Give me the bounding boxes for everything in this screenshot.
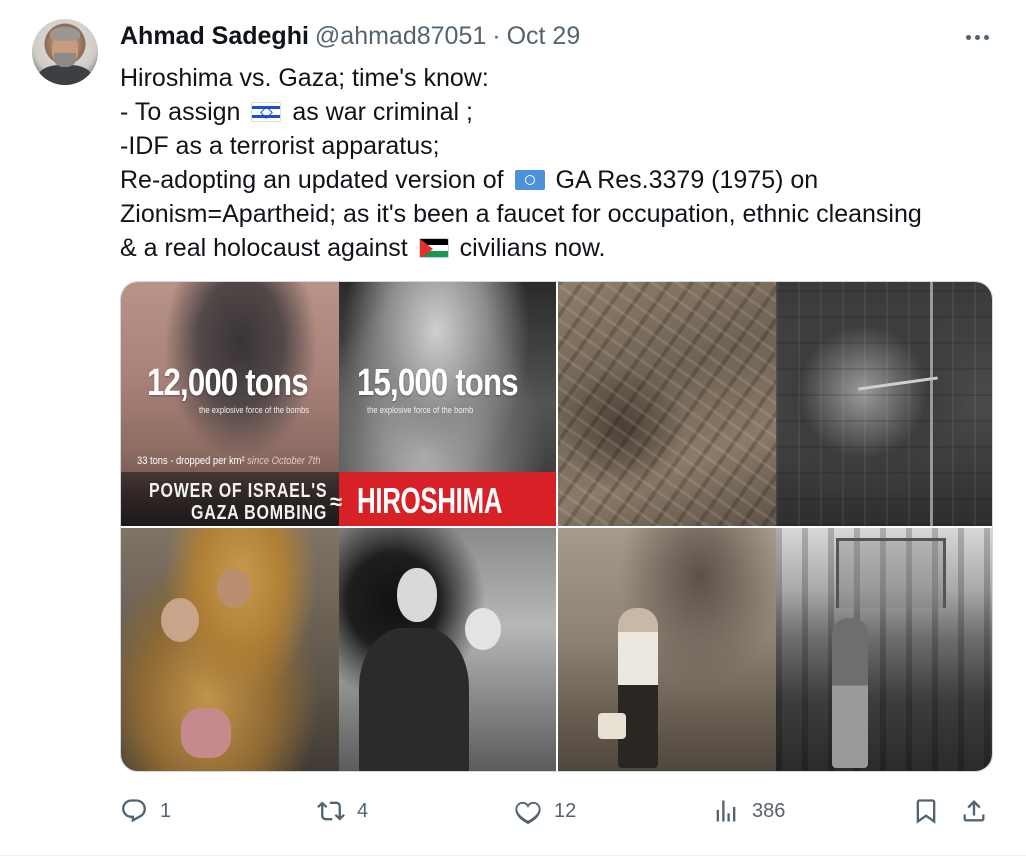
tweet-line: & a real holocaust against civilians now… [120, 231, 1000, 265]
photo-dome [836, 538, 946, 608]
retweet-icon [317, 801, 345, 821]
tweet-text-segment: GA Res.3379 (1975) on [555, 166, 819, 194]
tweet-line: - To assign as war criminal ; [120, 95, 1000, 129]
aerial-road [930, 282, 933, 526]
more-dot [974, 34, 980, 40]
views-icon [716, 800, 736, 822]
author-avatar[interactable] [32, 19, 98, 85]
share-icon [963, 800, 985, 822]
bookmark-button[interactable] [912, 792, 940, 830]
photo-child [465, 608, 501, 650]
gaza-aerial-photo [558, 282, 776, 526]
media-grid: 12,000 tons the explosive force of the b… [120, 281, 993, 772]
tweet-text-segment: - To assign [120, 98, 241, 126]
like-button[interactable]: 12 [514, 792, 576, 830]
un-flag-icon [514, 170, 545, 190]
hiroshima-aerial-photo [776, 282, 992, 526]
retweet-count: 4 [357, 799, 369, 822]
tweet-line: Hiroshima vs. Gaza; time's know: [120, 64, 489, 92]
views-button[interactable]: 386 [712, 792, 785, 830]
photo-coat [359, 628, 469, 771]
reply-icon [122, 799, 146, 823]
photo-child-clothes [181, 708, 231, 758]
hiroshima-mother-photo [339, 528, 556, 771]
media-image-mothers[interactable] [121, 528, 556, 771]
hiroshima-tons-label: 15,000 tons [357, 362, 519, 404]
media-image-ruins[interactable] [558, 528, 992, 771]
photo-man [618, 608, 658, 768]
media-image-aerial[interactable] [558, 282, 992, 526]
israel-flag-icon [251, 102, 282, 122]
tweet-date[interactable]: Oct 29 [507, 22, 581, 51]
tweet-line: -IDF as a terrorist apparatus; [120, 132, 440, 160]
photo-bag [598, 713, 626, 739]
hiroshima-ruins-photo [776, 528, 992, 771]
heart-icon [515, 801, 541, 825]
gaza-tons-label: 12,000 tons [147, 362, 309, 404]
gaza-tons-sub: the explosive force of the bombs [199, 405, 310, 415]
caption-line-2: GAZA BOMBING [191, 502, 328, 524]
views-count: 386 [752, 799, 786, 822]
photo-man [832, 618, 868, 768]
gaza-mother-photo [121, 528, 339, 771]
tweet-text-segment: Re-adopting an updated version of [120, 166, 504, 194]
tweet-text-segment: civilians now. [459, 234, 606, 262]
tweet-text-segment: as war criminal ; [292, 98, 473, 126]
palestine-flag-icon [418, 238, 449, 258]
photo-mother [217, 568, 251, 608]
tweet-card[interactable]: Ahmad Sadeghi @ahmad87051 · Oct 29 Hiros… [0, 0, 1026, 856]
approx-symbol: ≈ [330, 489, 343, 514]
retweet-button[interactable]: 4 [317, 792, 368, 830]
reply-button[interactable]: 1 [120, 792, 171, 830]
tons-per-km-label: 33 tons - dropped per km² since October … [137, 455, 321, 467]
tweet-line: Zionism=Apartheid; as it's been a faucet… [120, 200, 922, 228]
action-bar: 1 4 12 386 [120, 792, 993, 830]
avatar-suit [38, 65, 92, 85]
avatar-hair [50, 27, 80, 41]
tweet-header: Ahmad Sadeghi @ahmad87051 · Oct 29 [120, 21, 580, 51]
avatar-beard [54, 53, 76, 67]
photo-mother [397, 568, 437, 622]
more-dot [983, 34, 989, 40]
gaza-ruins-photo [558, 528, 776, 771]
header-separator: · [492, 21, 501, 50]
reply-count: 1 [160, 799, 172, 822]
caption-line-1: POWER OF ISRAEL'S [149, 480, 328, 502]
hiroshima-label: HIROSHIMA [357, 480, 503, 521]
photo-child [161, 598, 199, 642]
media-image-infographic[interactable]: 12,000 tons the explosive force of the b… [121, 282, 556, 526]
tweet-text: Hiroshima vs. Gaza; time's know: - To as… [120, 61, 1000, 265]
more-options-icon[interactable] [960, 24, 994, 50]
share-button[interactable] [960, 792, 988, 830]
author-handle[interactable]: @ahmad87051 [315, 22, 486, 51]
like-count: 12 [554, 799, 577, 822]
bookmark-icon [916, 799, 936, 824]
hiroshima-tons-sub: the explosive force of the bomb [367, 405, 474, 415]
author-name[interactable]: Ahmad Sadeghi [120, 22, 309, 51]
more-dot [965, 34, 971, 40]
tweet-text-segment: & a real holocaust against [120, 234, 408, 262]
tweet-line: Re-adopting an updated version of GA Res… [120, 163, 1000, 197]
